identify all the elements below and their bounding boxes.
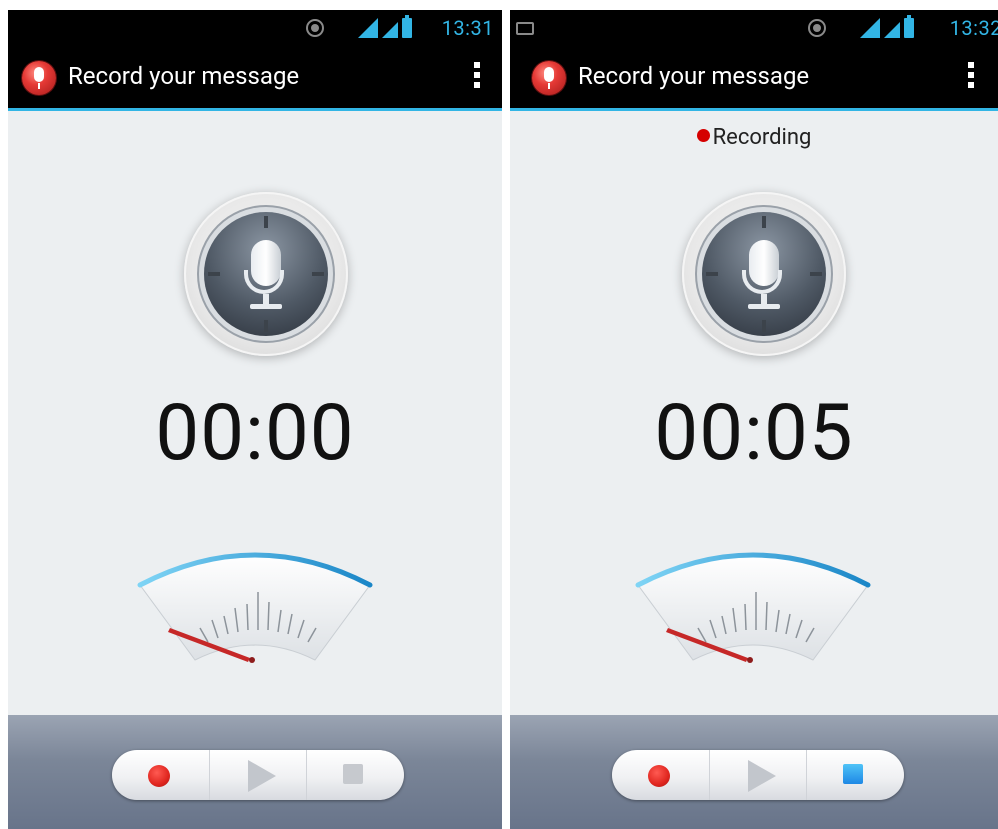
vu-meter-icon xyxy=(137,552,373,663)
vu-meter-icon xyxy=(635,552,871,663)
transport-controls xyxy=(112,750,404,800)
signal-icon xyxy=(358,18,378,38)
elapsed-timer: 00:05 xyxy=(654,388,854,479)
status-bar: 13:31 xyxy=(8,10,502,48)
comparison-stage: 13:31 Record your message 00:00 13:32 Re… xyxy=(0,0,998,829)
mic-dial xyxy=(184,192,348,356)
status-time: 13:31 xyxy=(441,16,494,40)
microphone-icon xyxy=(204,212,328,336)
recorder-screen-recording: 13:32 Record your message Recording 00:0… xyxy=(510,10,998,829)
record-icon xyxy=(148,765,170,787)
page-title: Record your message xyxy=(68,62,300,90)
microphone-app-icon[interactable] xyxy=(22,61,56,95)
signal-icon xyxy=(860,18,880,38)
play-button[interactable] xyxy=(708,750,807,800)
signal-icon-secondary xyxy=(884,22,900,38)
record-button[interactable] xyxy=(612,750,709,800)
stop-icon xyxy=(843,764,864,784)
page-title: Record your message xyxy=(578,62,810,90)
status-time: 13:32 xyxy=(949,16,998,40)
status-icons xyxy=(358,15,412,38)
recording-dot-icon xyxy=(696,129,710,142)
gps-icon xyxy=(306,19,324,37)
action-bar: Record your message xyxy=(510,48,998,111)
record-icon xyxy=(648,765,670,787)
stop-icon xyxy=(343,764,364,784)
stop-button[interactable] xyxy=(806,750,904,800)
overflow-menu-icon[interactable] xyxy=(474,62,480,88)
record-button[interactable] xyxy=(112,750,209,800)
action-bar: Record your message xyxy=(8,48,502,111)
microphone-icon xyxy=(702,212,826,336)
status-bar: 13:32 xyxy=(510,10,998,48)
transport-controls xyxy=(612,750,904,800)
play-button[interactable] xyxy=(208,750,307,800)
play-icon xyxy=(247,760,276,792)
microphone-app-icon[interactable] xyxy=(532,61,566,95)
play-icon xyxy=(747,760,776,792)
battery-icon xyxy=(904,15,914,38)
battery-icon xyxy=(402,15,412,38)
control-bar xyxy=(510,715,998,829)
stop-button[interactable] xyxy=(306,750,404,800)
recording-label: Recording xyxy=(712,125,812,150)
keyboard-icon xyxy=(516,22,534,35)
control-bar xyxy=(8,715,502,829)
recording-status: Recording xyxy=(510,125,998,150)
elapsed-timer: 00:00 xyxy=(155,388,355,479)
overflow-menu-icon[interactable] xyxy=(968,62,974,88)
gps-icon xyxy=(808,19,826,37)
status-icons xyxy=(860,15,914,38)
recorder-screen-idle: 13:31 Record your message 00:00 xyxy=(8,10,502,829)
signal-icon-secondary xyxy=(382,22,398,38)
mic-dial xyxy=(682,192,846,356)
